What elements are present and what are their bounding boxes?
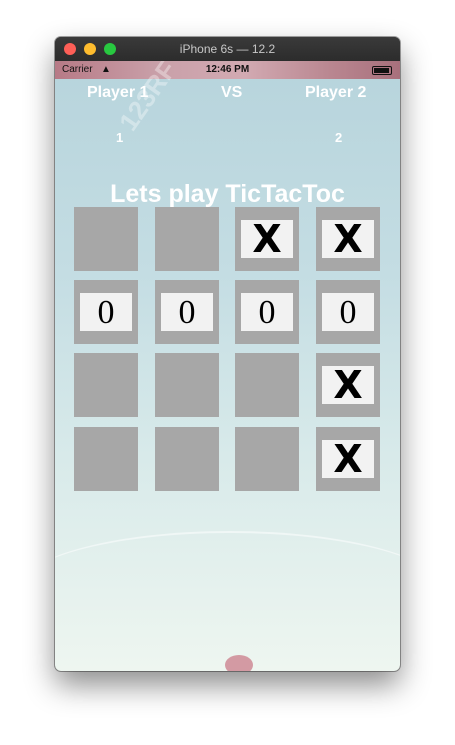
o-mark: 0 — [161, 293, 213, 331]
player1-label: Player 1 — [87, 84, 149, 101]
board-cell[interactable] — [155, 207, 219, 271]
board-cell[interactable] — [74, 353, 138, 417]
board-cell[interactable]: 0 — [316, 280, 380, 344]
board-cell[interactable]: 0 — [74, 280, 138, 344]
simulator-window: iPhone 6s — 12.2 Carrier ▲ 12:46 PM 123R… — [55, 37, 400, 671]
status-bar: Carrier ▲ 12:46 PM — [55, 61, 400, 79]
o-mark: 0 — [80, 293, 132, 331]
background-decoration — [225, 655, 253, 671]
board-cell[interactable]: X — [316, 427, 380, 491]
app-screen: Carrier ▲ 12:46 PM 123RF Player 1 VS Pla… — [55, 61, 400, 671]
background-wave — [55, 531, 400, 653]
o-mark: 0 — [322, 293, 374, 331]
minimize-button[interactable] — [84, 43, 96, 55]
close-button[interactable] — [64, 43, 76, 55]
game-title: Lets play TicTacToc — [110, 180, 345, 208]
player1-score: 1 — [116, 130, 124, 145]
board-cell[interactable] — [155, 353, 219, 417]
window-title: iPhone 6s — 12.2 — [179, 42, 276, 56]
zoom-button[interactable] — [104, 43, 116, 55]
x-mark: X — [322, 220, 374, 258]
status-time: 12:46 PM — [205, 64, 250, 75]
board-cell[interactable]: 0 — [235, 280, 299, 344]
board-cell[interactable] — [74, 427, 138, 491]
x-mark: X — [322, 440, 374, 478]
x-mark: X — [322, 366, 374, 404]
x-mark: X — [241, 220, 293, 258]
player2-score: 2 — [335, 130, 343, 145]
board-cell[interactable] — [155, 427, 219, 491]
player2-label: Player 2 — [305, 84, 367, 101]
battery-icon — [372, 66, 392, 75]
board-cell[interactable]: 0 — [155, 280, 219, 344]
board-cell[interactable]: X — [316, 207, 380, 271]
board-cell[interactable]: X — [316, 353, 380, 417]
board-cell[interactable] — [235, 353, 299, 417]
board-cell[interactable] — [74, 207, 138, 271]
vs-label: VS — [221, 84, 243, 101]
board-cell[interactable]: X — [235, 207, 299, 271]
board-cell[interactable] — [235, 427, 299, 491]
window-titlebar: iPhone 6s — 12.2 — [55, 37, 400, 61]
o-mark: 0 — [241, 293, 293, 331]
